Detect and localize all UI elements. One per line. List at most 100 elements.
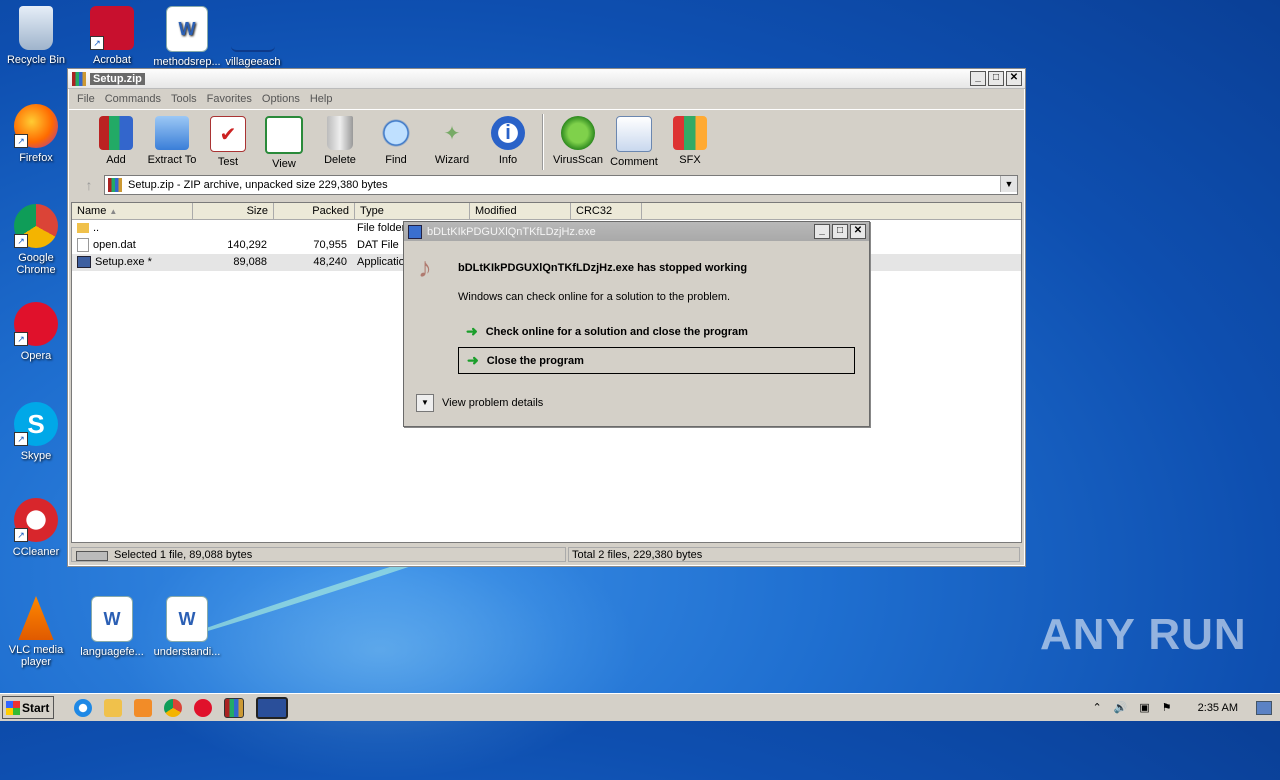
desktop-icon-villageeach[interactable]: villageeach [218, 6, 288, 68]
check-online-button[interactable]: ➜ Check online for a solution and close … [458, 318, 855, 345]
sfx-label: SFX [679, 154, 701, 166]
clock[interactable]: 2:35 AM [1198, 702, 1238, 714]
find-button[interactable]: Find [368, 114, 424, 166]
close-button[interactable]: ✕ [1006, 71, 1022, 86]
desktop-icon-vlc[interactable]: VLC media player [1, 596, 71, 668]
sfx-button[interactable]: SFX [662, 114, 718, 166]
comment-icon [616, 116, 652, 152]
toolbar: Add Extract To ✔ Test View Delete Find ✦ W… [68, 109, 1025, 178]
menu-favorites[interactable]: Favorites [202, 93, 257, 105]
add-button[interactable]: Add [88, 114, 144, 166]
view-button[interactable]: View [256, 114, 312, 170]
chevron-down-icon[interactable]: ▼ [416, 394, 434, 412]
desktop-icon-acrobat[interactable]: ↗ Acrobat [77, 6, 147, 66]
trash-icon [327, 116, 353, 150]
test-clipboard-icon: ✔ [210, 116, 246, 152]
desktop-icon-recycle-bin[interactable]: Recycle Bin [1, 6, 71, 66]
music-note-icon: ♪ [418, 252, 432, 283]
address-bar: ↑ Setup.zip - ZIP archive, unpacked size… [74, 174, 1018, 196]
firefox-icon: ↗ [14, 104, 58, 148]
minimize-button[interactable]: _ [814, 224, 830, 239]
status-selected: Selected 1 file, 89,088 bytes [114, 548, 253, 561]
chrome-icon: ↗ [14, 204, 58, 248]
show-desktop-icon[interactable] [1256, 700, 1272, 715]
address-field[interactable]: Setup.zip - ZIP archive, unpacked size 2… [104, 175, 1018, 195]
ie-icon[interactable] [74, 698, 92, 717]
menu-commands[interactable]: Commands [100, 93, 166, 105]
drive-icon[interactable] [76, 550, 108, 561]
menu-tools[interactable]: Tools [166, 93, 202, 105]
opera-icon[interactable] [194, 698, 212, 717]
network-icon[interactable]: ▣ [1139, 701, 1149, 714]
delete-button[interactable]: Delete [312, 114, 368, 166]
maximize-button[interactable]: □ [832, 224, 848, 239]
add-label: Add [106, 154, 126, 166]
menu-help[interactable]: Help [305, 93, 338, 105]
desktop-icon-understandi[interactable]: W understandi... [152, 596, 222, 658]
desktop-icon-label: understandi... [153, 646, 221, 658]
chrome-icon[interactable] [164, 698, 182, 717]
word-document-icon: W [166, 6, 208, 52]
desktop-icon-label: Skype [20, 450, 52, 462]
desktop-icon-chrome[interactable]: ↗ Google Chrome [1, 204, 71, 276]
show-hidden-icons-icon[interactable]: ⌃ [1092, 701, 1101, 714]
windows-logo-icon [6, 700, 20, 715]
column-name[interactable]: Name ▲ [72, 203, 193, 219]
media-player-icon[interactable] [134, 698, 152, 717]
error-app-taskbar-icon[interactable] [256, 696, 288, 719]
desktop-icon-opera[interactable]: ↗ Opera [1, 302, 71, 362]
close-button[interactable]: ✕ [850, 224, 866, 239]
column-size[interactable]: Size [193, 203, 274, 219]
taskbar: Start ⌃ 🔊 ▣ ⚑ 2:35 AM [0, 693, 1280, 721]
column-type[interactable]: Type [355, 203, 470, 219]
desktop-icon-skype[interactable]: S ↗ Skype [1, 402, 71, 462]
virusscan-button[interactable]: VirusScan [550, 114, 606, 166]
chevron-down-icon[interactable]: ▼ [1000, 176, 1017, 192]
view-details-toggle[interactable]: ▼ View problem details [416, 394, 543, 412]
folder-icon [77, 223, 89, 234]
desktop-icon-methodsrep[interactable]: W methodsrep... [152, 6, 222, 68]
dialog-title: bDLtKIkPDGUXlQnTKfLDzjHz.exe [427, 225, 596, 238]
explorer-folder-icon[interactable] [104, 698, 122, 717]
action-center-flag-icon[interactable]: ⚑ [1162, 701, 1172, 714]
opera-icon: ↗ [14, 302, 58, 346]
wand-icon: ✦ [443, 122, 461, 145]
desktop-icon-label: Acrobat [93, 54, 131, 66]
virus-bug-icon [561, 116, 595, 150]
row-size: 140,292 [227, 239, 267, 251]
window-titlebar[interactable]: Setup.zip _ □ ✕ [68, 69, 1025, 89]
window-title: Setup.zip [90, 72, 145, 85]
green-arrow-icon: ➜ [466, 323, 478, 339]
dialog-titlebar[interactable]: bDLtKIkPDGUXlQnTKfLDzjHz.exe _ □ ✕ [404, 222, 869, 241]
column-modified[interactable]: Modified [470, 203, 571, 219]
test-label: Test [217, 156, 239, 168]
column-crc32[interactable]: CRC32 [571, 203, 642, 219]
wizard-button[interactable]: ✦ Wizard [424, 114, 480, 167]
column-packed[interactable]: Packed [274, 203, 355, 219]
close-program-button[interactable]: ➜ Close the program [458, 347, 855, 374]
desktop-icon-label: Firefox [19, 152, 53, 164]
system-tray: ⌃ 🔊 ▣ ⚑ 2:35 AM [1092, 700, 1272, 715]
find-label: Find [385, 154, 407, 166]
extract-to-button[interactable]: Extract To [144, 114, 200, 166]
menu-file[interactable]: File [72, 93, 100, 105]
info-button[interactable]: i Info [480, 114, 536, 166]
extract-label: Extract To [147, 154, 197, 166]
winrar-taskbar-icon[interactable] [224, 697, 244, 718]
comment-button[interactable]: Comment [606, 114, 662, 168]
list-header: Name ▲ Size Packed Type Modified CRC32 [72, 203, 1021, 220]
exe-icon [77, 256, 91, 269]
file-icon [77, 238, 89, 253]
row-name: open.dat [93, 239, 136, 251]
error-dialog: bDLtKIkPDGUXlQnTKfLDzjHz.exe _ □ ✕ ♪ bDL… [403, 221, 870, 427]
desktop-icon-firefox[interactable]: ↗ Firefox [1, 104, 71, 164]
desktop-icon-ccleaner[interactable]: ↗ CCleaner [1, 498, 71, 558]
start-button[interactable]: Start [2, 696, 54, 719]
menu-options[interactable]: Options [257, 93, 305, 105]
maximize-button[interactable]: □ [988, 71, 1004, 86]
up-arrow-icon[interactable]: ↑ [74, 177, 104, 193]
test-button[interactable]: ✔ Test [200, 114, 256, 168]
desktop-icon-languagefe[interactable]: W languagefe... [77, 596, 147, 658]
volume-icon[interactable]: 🔊 [1114, 701, 1128, 714]
minimize-button[interactable]: _ [970, 71, 986, 86]
